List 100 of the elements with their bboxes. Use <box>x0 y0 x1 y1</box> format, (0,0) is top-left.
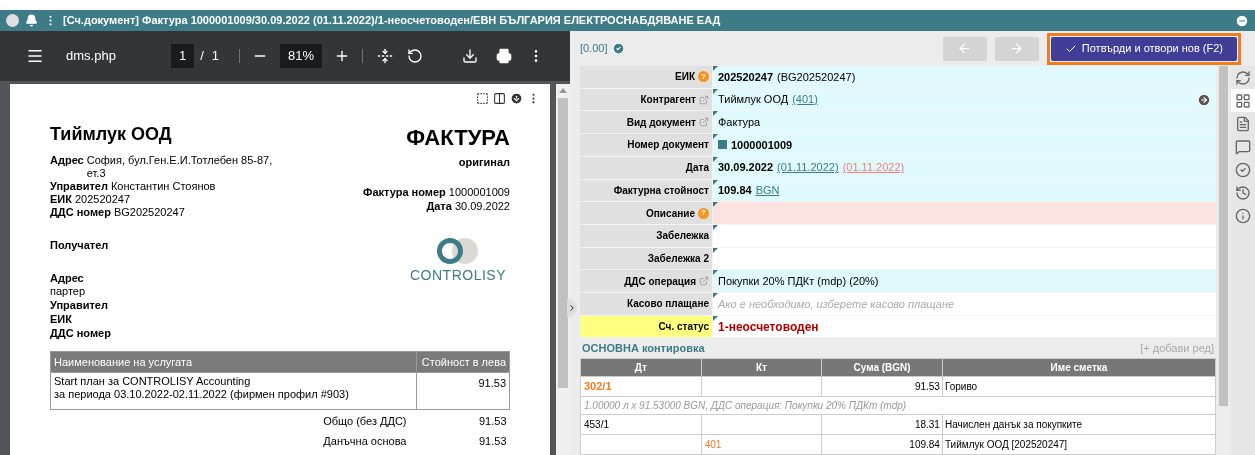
total-label: Данъчна основа <box>322 433 408 449</box>
field-value-cell[interactable]: Покупки 20% ПДКт (mdp) (20%) <box>712 270 1216 293</box>
field-value-cell[interactable]: 1-неосчетоводен <box>712 315 1216 338</box>
field-value: 109.84 <box>718 183 752 199</box>
scroll-up-icon[interactable] <box>559 87 567 95</box>
seller-detail-value: 202520247 <box>74 193 131 206</box>
table-header: Наименование на услугата <box>50 351 417 373</box>
field-label: Фактурна стойност <box>613 183 709 198</box>
total-value: 91.53 <box>416 409 510 430</box>
balance-value: [0.00] <box>580 41 608 57</box>
field-label: Номер документ <box>627 138 709 153</box>
bell-icon[interactable] <box>25 14 38 27</box>
amount-cell: 109.84 <box>821 434 943 455</box>
amount-cell: 18.31 <box>821 414 943 435</box>
recipient-value: партер <box>50 284 87 298</box>
column-header: Дт <box>580 358 702 377</box>
field-label: Забележка 2 <box>647 251 709 266</box>
seller-detail-value: BG202520247 <box>113 206 185 219</box>
field-value-cell[interactable]: Тиймлук ООД (401) <box>712 88 1216 111</box>
layout-icon[interactable] <box>493 92 506 105</box>
field-value-cell[interactable]: 109.84 BGN <box>712 179 1216 202</box>
field-label: Описание <box>646 206 695 221</box>
rotate-icon[interactable] <box>407 48 424 64</box>
field-label: Сч. статус <box>658 320 709 335</box>
collapse-icon[interactable] <box>567 299 577 317</box>
posting-note: 1.00000 л x 91.53000 BGN, ДДС операция: Покупки 20% ПДКт (mdp) <box>580 396 1216 415</box>
document-title: ФАКТУРА <box>406 124 510 152</box>
field-value-cell[interactable] <box>712 224 1216 247</box>
field-value: Покупки 20% ПДКт (mdp) (20%) <box>718 273 879 289</box>
field-value: Тиймлук ООД <box>718 92 789 108</box>
table-cell: 91.53 <box>416 372 510 410</box>
account-code[interactable]: 453/1 <box>584 419 610 430</box>
go-icon[interactable] <box>1197 92 1211 107</box>
field-value-cell[interactable]: 1000001009 <box>712 134 1216 156</box>
field-value: Фактура <box>718 115 761 130</box>
invoice-detail: Фактура номер 1000001009 <box>363 184 510 199</box>
seller-detail-value: Константин Стоянов <box>110 180 216 193</box>
field-label: Касово плащане <box>626 297 709 312</box>
window-title: [Сч.документ] Фактура 1000001009/30.09.2022 (01.11.2022)/1-неосчетоводен/ЕВН БЪЛГАРИЯ ЕЛЕКТРОСНАБДЯВАНЕ ЕАД <box>63 13 722 29</box>
status-value: 1-неосчетоводен <box>718 318 819 336</box>
fit-page-icon[interactable] <box>377 48 394 64</box>
print-icon[interactable] <box>496 48 512 64</box>
recipient-label: ДДС номер <box>50 326 111 340</box>
account-name-cell: Тиймлук ООД [202520247] <box>942 434 1216 455</box>
page-separator: / <box>200 47 204 66</box>
invoice-detail: Дата 30.09.2022 <box>426 198 510 213</box>
field-placeholder: Ако е необходимо, изберете касово плащане <box>718 296 955 312</box>
recipient-title: Получател <box>50 238 110 253</box>
page-count: 1 <box>211 47 220 66</box>
field-link[interactable]: (01.11.2022) <box>777 159 839 176</box>
seller-detail-value: София, бул.Ген.Е.И.Тотлебен 85-87, ет.3 <box>86 154 274 180</box>
field-link[interactable]: BGN <box>755 182 780 199</box>
field-value-cell[interactable] <box>712 247 1216 270</box>
logo-text: CONTROLISY <box>410 266 506 285</box>
amount-cell: 91.53 <box>821 376 943 397</box>
field-label: Забележка <box>656 229 709 244</box>
square-icon <box>718 140 727 150</box>
seller-detail-label: Управител <box>50 180 108 193</box>
minimize-icon[interactable] <box>1235 13 1249 28</box>
confirm-button[interactable]: Потвърди и отвори нов (F2) <box>1050 36 1237 61</box>
seller-detail-label: Адрес <box>50 154 84 168</box>
arrow-right-icon <box>1009 41 1025 56</box>
field-label: Дата <box>685 161 709 176</box>
select-icon[interactable] <box>476 92 489 105</box>
account-name-cell: Гориво <box>942 376 1216 397</box>
copy-label: оригинал <box>458 155 510 170</box>
download-icon[interactable] <box>510 92 523 105</box>
zoom-field[interactable]: 81% <box>280 44 323 68</box>
scrollbar[interactable] <box>556 84 570 455</box>
field-value: 1000001009 <box>731 137 793 153</box>
field-value-cell[interactable] <box>712 202 1216 224</box>
total-value: 91.53 <box>477 433 508 449</box>
recipient-label: Управител <box>50 298 109 312</box>
table-header: Стойност в лева <box>416 351 510 373</box>
page-field[interactable]: 1 <box>171 44 195 68</box>
total-label: Общо (без ДДС) <box>50 409 417 430</box>
field-value-cell[interactable]: 202520247 (BG202520247) <box>712 66 1216 88</box>
column-header: Име сметка <box>942 358 1216 377</box>
download-icon[interactable] <box>462 48 478 64</box>
table-cell: Start план за CONTROLISY Accounting за периода 03.10.2022-02.11.2022 (фирмен профил #903) <box>50 372 417 410</box>
seller-detail-label: ЕИК <box>50 193 72 206</box>
field-link[interactable]: (401) <box>792 91 818 108</box>
field-value: 202520247 <box>718 69 774 85</box>
section-title: ОСНОВНА контировка <box>582 340 705 356</box>
logo-icon <box>436 237 480 265</box>
field-value: (BG202520247) <box>777 69 856 85</box>
field-value-cell[interactable]: 30.09.2022 (01.11.2022) (01.11.2022) <box>712 156 1216 179</box>
menu-icon[interactable] <box>26 47 44 65</box>
field-label: ДДС операция <box>624 274 696 289</box>
seller-name: Тиймлук ООД <box>50 123 173 146</box>
field-value: 30.09.2022 <box>718 160 774 176</box>
recipient-label: Адрес <box>50 271 85 285</box>
seller-detail-label: ДДС номер <box>50 206 111 219</box>
field-value-cell[interactable]: Фактура <box>712 111 1216 134</box>
grid-tool-icon[interactable] <box>1231 89 1255 112</box>
column-header: Сума (BGN) <box>821 358 943 377</box>
field-label: ЕИК <box>675 70 695 85</box>
recipient-label: ЕИК <box>50 312 73 326</box>
file-name: dms.php <box>66 47 117 66</box>
account-name-cell: Начислен данък за покупките <box>942 414 1216 435</box>
